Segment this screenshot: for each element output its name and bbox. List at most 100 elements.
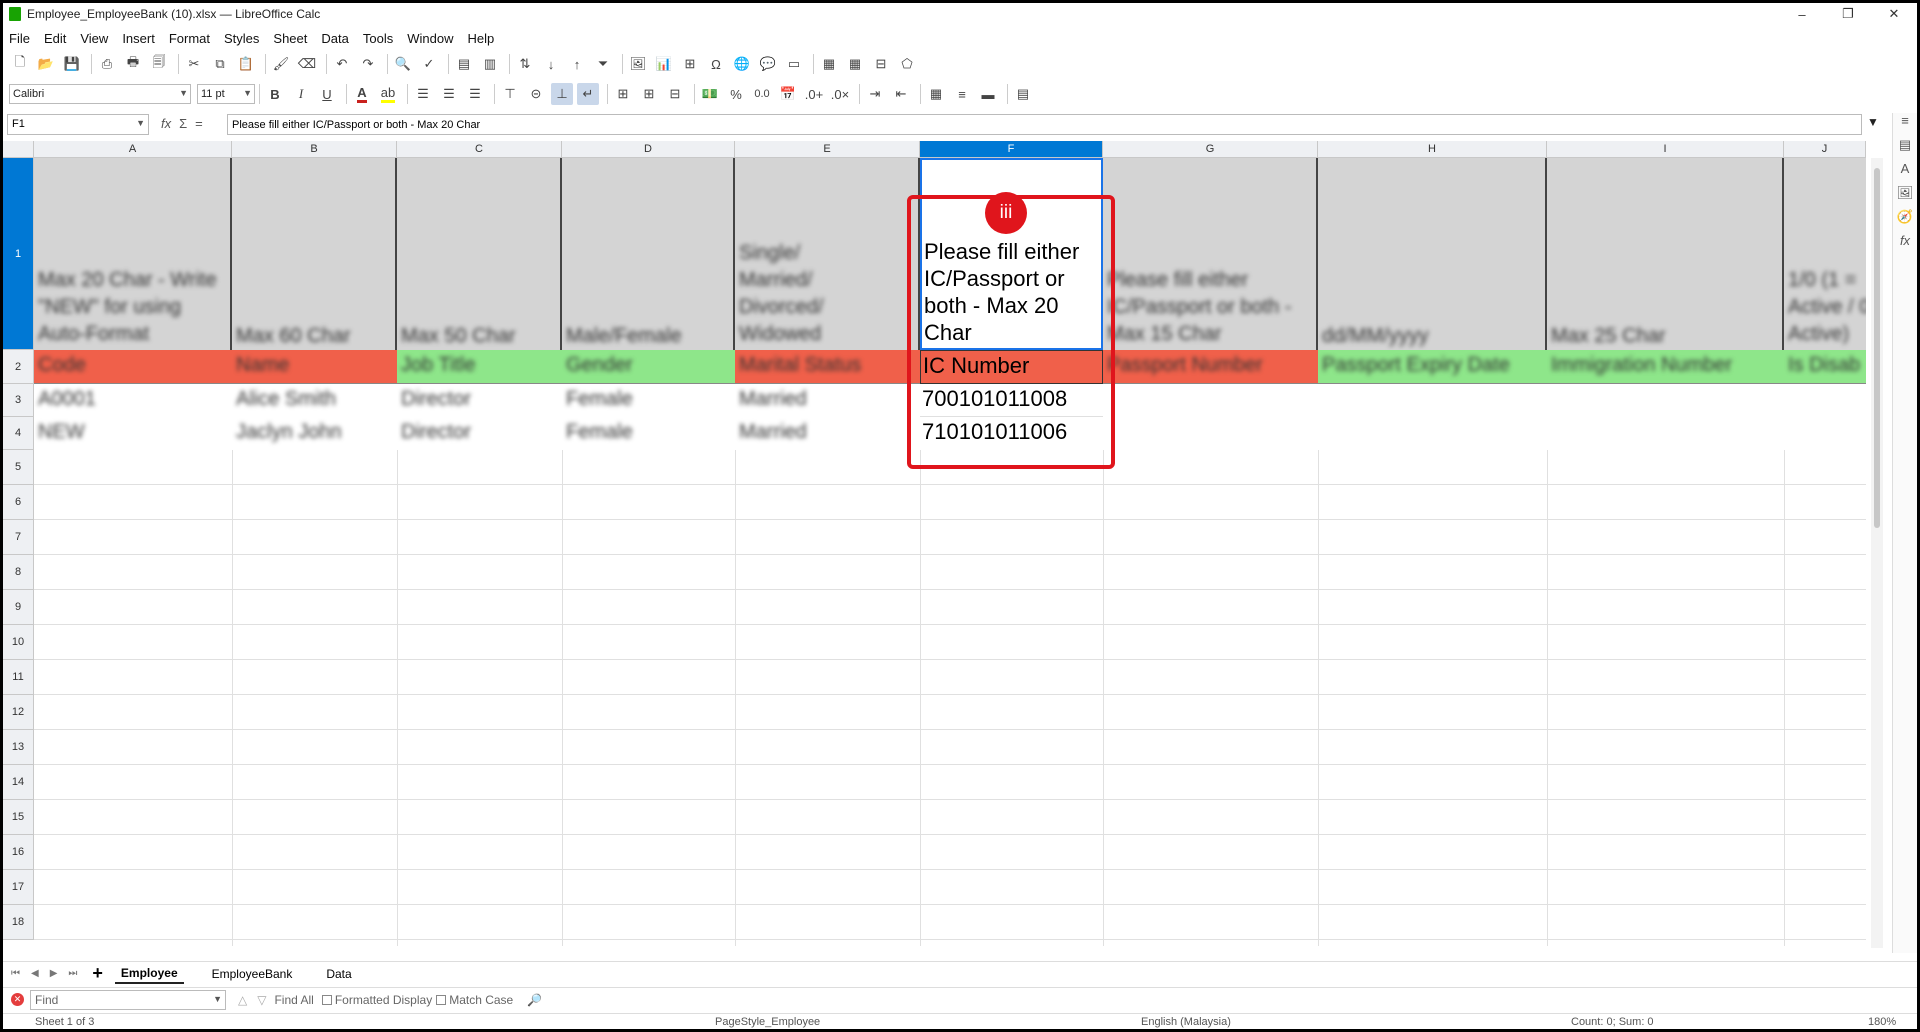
sort-ascending-icon[interactable]: ↓ <box>540 53 562 75</box>
column-header-h[interactable]: H <box>1318 141 1547 158</box>
column-header-a[interactable]: A <box>34 141 232 158</box>
header-footer-icon[interactable]: ▭ <box>783 53 805 75</box>
hyperlink-icon[interactable]: 🌐 <box>731 53 753 75</box>
menu-view[interactable]: View <box>80 31 108 46</box>
highlight-color-icon[interactable]: ab <box>377 83 399 105</box>
name-box[interactable]: F1 ▼ <box>7 114 149 135</box>
close-findbar-icon[interactable]: ✕ <box>11 993 24 1006</box>
cell-i1[interactable]: Max 25 Char <box>1547 158 1784 350</box>
percent-format-button[interactable]: % <box>725 83 747 105</box>
row-header-14[interactable]: 14 <box>3 765 34 800</box>
cell-e2[interactable]: Marital Status <box>735 350 920 384</box>
row-header-8[interactable]: 8 <box>3 555 34 590</box>
column-header-c[interactable]: C <box>397 141 562 158</box>
styles-icon[interactable]: A <box>1893 161 1917 185</box>
row-header-17[interactable]: 17 <box>3 870 34 905</box>
font-name-box[interactable]: Calibri ▼ <box>9 84 191 104</box>
cut-icon[interactable]: ✂ <box>183 53 205 75</box>
cell-h1[interactable]: dd/MM/yyyy <box>1318 158 1547 350</box>
row-header-6[interactable]: 6 <box>3 485 34 520</box>
undo-icon[interactable]: ↶ <box>331 53 353 75</box>
cell-e4[interactable]: Married <box>735 417 920 450</box>
open-folder-icon[interactable]: 📂 <box>35 53 57 75</box>
cell-a3[interactable]: A0001 <box>34 384 232 417</box>
sort-icon[interactable]: ⇅ <box>514 53 536 75</box>
menu-file[interactable]: File <box>9 31 30 46</box>
row-header-9[interactable]: 9 <box>3 590 34 625</box>
cell-j1[interactable]: 1/0 (1 = Active / 0 Not Active) <box>1784 158 1866 350</box>
align-right-icon[interactable]: ☰ <box>464 83 486 105</box>
cell-i2[interactable]: Immigration Number <box>1547 350 1784 384</box>
copy-icon[interactable]: ⧉ <box>209 53 231 75</box>
merge-cells-icon[interactable]: ⊞ <box>638 83 660 105</box>
cell-h2[interactable]: Passport Expiry Date <box>1318 350 1547 384</box>
row-header-11[interactable]: 11 <box>3 660 34 695</box>
cell-a1[interactable]: Max 20 Char - Write "NEW" for using Auto… <box>34 158 232 350</box>
add-sheet-icon[interactable]: + <box>92 963 103 984</box>
first-sheet-icon[interactable]: ⏮ <box>11 968 20 979</box>
cell-e1[interactable]: Single/ Married/ Divorced/ Widowed <box>735 158 920 350</box>
find-all-button[interactable]: Find All <box>274 993 313 1007</box>
comment-icon[interactable]: 💬 <box>757 53 779 75</box>
special-character-icon[interactable]: Ω <box>705 53 727 75</box>
column-icon[interactable]: ▥ <box>479 53 501 75</box>
align-middle-icon[interactable]: ⊝ <box>525 83 547 105</box>
cell-b2[interactable]: Name <box>232 350 397 384</box>
wrap-text-icon[interactable]: ↵ <box>577 83 599 105</box>
conditional-format-icon[interactable]: ▤ <box>1012 83 1034 105</box>
vertical-scrollbar[interactable] <box>1871 158 1883 948</box>
bold-button[interactable]: B <box>264 83 286 105</box>
font-size-box[interactable]: 11 pt ▼ <box>197 84 255 104</box>
close-button[interactable]: ✕ <box>1871 3 1917 25</box>
cell-d3[interactable]: Female <box>562 384 735 417</box>
sidebar-menu-icon[interactable]: ≡ <box>1893 113 1917 137</box>
match-case-checkbox[interactable] <box>436 994 447 1005</box>
currency-format-icon[interactable]: 💵 <box>699 83 721 105</box>
find-next-icon[interactable]: ▽ <box>257 993 266 1007</box>
autofilter-icon[interactable]: ⏷ <box>592 53 614 75</box>
column-header-g[interactable]: G <box>1103 141 1318 158</box>
find-replace-icon[interactable]: 🔎 <box>527 993 542 1007</box>
row-header-10[interactable]: 10 <box>3 625 34 660</box>
cell-c2[interactable]: Job Title <box>397 350 562 384</box>
tab-employee[interactable]: Employee <box>114 963 184 984</box>
zoom-level[interactable]: 180% <box>1868 1016 1896 1028</box>
pivot-table-icon[interactable]: ⊞ <box>679 53 701 75</box>
new-document-icon[interactable]: 🗋 <box>9 53 31 75</box>
cell-c4[interactable]: Director <box>397 417 562 450</box>
italic-button[interactable]: I <box>290 83 312 105</box>
column-header-d[interactable]: D <box>562 141 735 158</box>
expand-formula-bar-icon[interactable]: ▼ <box>1867 115 1879 129</box>
borders-icon[interactable]: ▦ <box>925 83 947 105</box>
row-header-1[interactable]: 1 <box>3 158 34 350</box>
cell-b4[interactable]: Jaclyn John <box>232 417 397 450</box>
menu-tools[interactable]: Tools <box>363 31 393 46</box>
menu-insert[interactable]: Insert <box>122 31 155 46</box>
menu-edit[interactable]: Edit <box>44 31 66 46</box>
find-previous-icon[interactable]: △ <box>238 993 247 1007</box>
border-color-icon[interactable]: ▬ <box>977 83 999 105</box>
formula-input[interactable]: Please fill either IC/Passport or both -… <box>227 114 1862 135</box>
row-header-18[interactable]: 18 <box>3 905 34 940</box>
save-icon[interactable]: 💾 <box>61 53 83 75</box>
insert-image-icon[interactable]: 🖼 <box>627 53 649 75</box>
redo-icon[interactable]: ↷ <box>357 53 379 75</box>
previous-sheet-icon[interactable]: ◀ <box>31 968 39 979</box>
function-wizard-icon[interactable]: fx <box>161 116 171 131</box>
align-left-icon[interactable]: ☰ <box>412 83 434 105</box>
define-print-area-icon[interactable]: ▦ <box>818 53 840 75</box>
tab-employeebank[interactable]: EmployeeBank <box>206 965 299 983</box>
select-all-corner[interactable] <box>3 141 34 158</box>
formula-icon[interactable]: = <box>195 116 203 131</box>
cell-b3[interactable]: Alice Smith <box>232 384 397 417</box>
column-header-e[interactable]: E <box>735 141 920 158</box>
row-header-2[interactable]: 2 <box>3 350 34 384</box>
export-pdf-icon[interactable]: ⎙ <box>96 53 118 75</box>
cell-e3[interactable]: Married <box>735 384 920 417</box>
align-bottom-icon[interactable]: ⊥ <box>551 83 573 105</box>
menu-data[interactable]: Data <box>321 31 348 46</box>
formatted-display-checkbox[interactable] <box>321 994 332 1005</box>
split-window-icon[interactable]: ⊟ <box>870 53 892 75</box>
add-decimal-icon[interactable]: .0+ <box>803 83 825 105</box>
cell-g2[interactable]: Passport Number <box>1103 350 1318 384</box>
